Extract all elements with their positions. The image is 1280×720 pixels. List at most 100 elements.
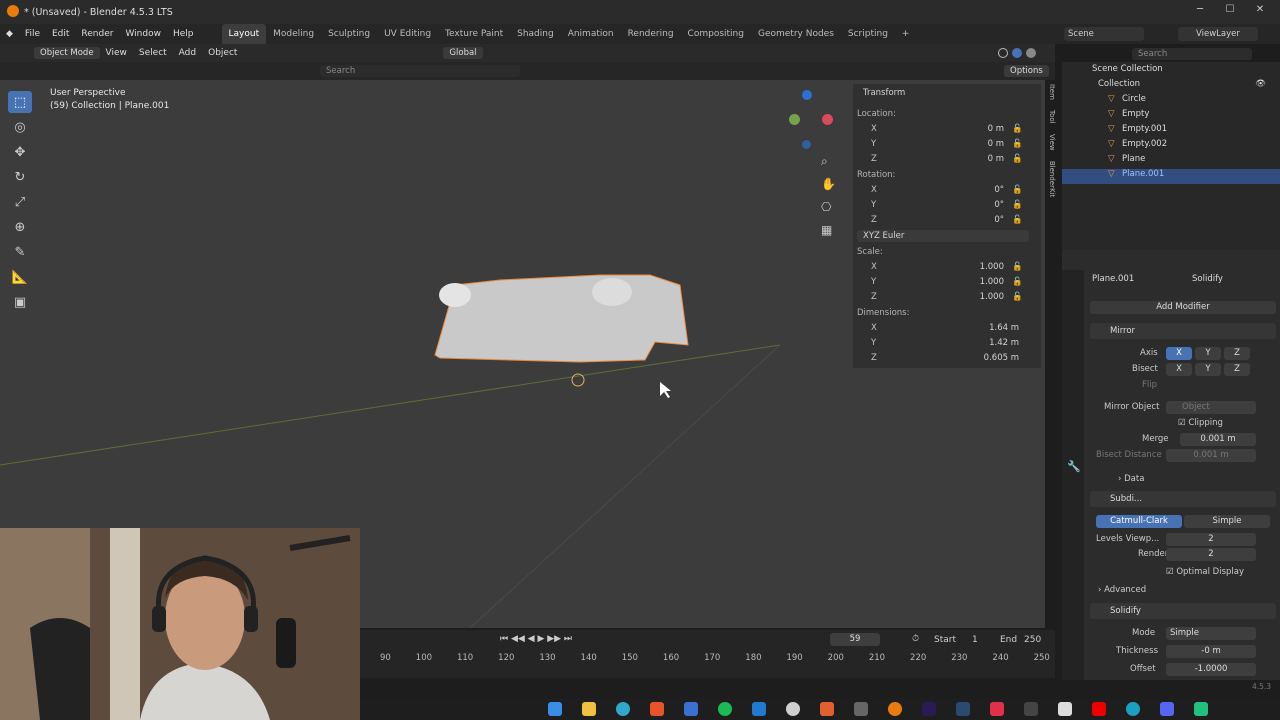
blender-menu-icon[interactable]: ◆: [0, 24, 19, 44]
youtube-icon[interactable]: [1092, 702, 1106, 716]
outliner-item-plane[interactable]: ▽ Plane: [1062, 154, 1280, 169]
transform-tool-icon[interactable]: ⊕: [8, 216, 32, 238]
edge-icon[interactable]: [616, 702, 630, 716]
mirror-object-field[interactable]: Object: [1166, 401, 1256, 414]
transform-header[interactable]: Transform: [863, 88, 905, 98]
mode-dropdown[interactable]: Object Mode: [34, 47, 100, 59]
rotation-mode-dropdown[interactable]: XYZ Euler: [857, 230, 1029, 242]
tab-compositing[interactable]: Compositing: [681, 24, 751, 44]
start-field[interactable]: 1: [972, 635, 978, 645]
menu-add[interactable]: Add: [173, 43, 202, 63]
discord-icon[interactable]: [1160, 702, 1174, 716]
data-subpanel[interactable]: › Data: [1118, 474, 1144, 484]
menu-window[interactable]: Window: [119, 24, 167, 44]
subdiv-modifier-header[interactable]: Subdi...: [1090, 491, 1276, 507]
tab-rendering[interactable]: Rendering: [621, 24, 681, 44]
outliner-item-empty[interactable]: ▽ Empty: [1062, 109, 1280, 124]
outliner-item-circle[interactable]: ▽ Circle: [1062, 94, 1280, 109]
optimal-display-checkbox[interactable]: ☑ Optimal Display: [1166, 567, 1244, 577]
camera-icon[interactable]: ⎔: [821, 200, 831, 214]
tab-geometry-nodes[interactable]: Geometry Nodes: [751, 24, 841, 44]
dimensions-y[interactable]: Y 1.42 m: [853, 338, 1041, 352]
game-icon[interactable]: [854, 702, 868, 716]
end-field[interactable]: 250: [1024, 635, 1041, 645]
tab-scripting[interactable]: Scripting: [841, 24, 895, 44]
add-workspace-icon[interactable]: +: [895, 24, 917, 44]
blender-taskbar-icon[interactable]: [888, 702, 902, 716]
tab-shading[interactable]: Shading: [510, 24, 561, 44]
collection-row[interactable]: Collection 👁: [1062, 79, 1280, 94]
shading-wire-icon[interactable]: [998, 48, 1008, 58]
zoom-icon[interactable]: ⌕: [821, 154, 828, 169]
outliner-search[interactable]: Search: [1132, 48, 1252, 60]
axis-x-toggle[interactable]: X: [1166, 347, 1192, 360]
rotation-x[interactable]: X 0° 🔓: [853, 185, 1041, 199]
tab-tool[interactable]: Tool: [1048, 110, 1056, 124]
select-tool-icon[interactable]: ⬚: [8, 91, 32, 113]
menu-select[interactable]: Select: [133, 43, 173, 63]
app5-icon[interactable]: [1194, 702, 1208, 716]
dimensions-x[interactable]: X 1.64 m: [853, 323, 1041, 337]
scene-collection-row[interactable]: Scene Collection: [1062, 64, 1280, 79]
scale-tool-icon[interactable]: ⤢: [8, 191, 32, 213]
tab-texture-paint[interactable]: Texture Paint: [438, 24, 510, 44]
scale-x[interactable]: X 1.000 🔓: [853, 262, 1041, 276]
outliner-item-empty-002[interactable]: ▽ Empty.002: [1062, 139, 1280, 154]
scene-selector[interactable]: Scene: [1064, 27, 1144, 41]
maximize-icon[interactable]: ☐: [1222, 4, 1238, 18]
axis-y-toggle[interactable]: Y: [1195, 347, 1221, 360]
orientation-dropdown[interactable]: Global: [443, 47, 483, 59]
tab-layout[interactable]: Layout: [221, 24, 267, 44]
rotation-y[interactable]: Y 0° 🔓: [853, 200, 1041, 214]
gizmo-y-icon[interactable]: [789, 114, 800, 125]
bisect-y-toggle[interactable]: Y: [1195, 363, 1221, 376]
catmull-clark-toggle[interactable]: Catmull-Clark: [1096, 515, 1182, 528]
steam-icon[interactable]: [956, 702, 970, 716]
tab-uv-editing[interactable]: UV Editing: [377, 24, 438, 44]
gizmo-z-icon[interactable]: [802, 90, 812, 100]
add-cube-tool-icon[interactable]: ▣: [8, 291, 32, 313]
minimize-icon[interactable]: ─: [1192, 4, 1208, 18]
gizmo-neg-z-icon[interactable]: [802, 140, 811, 149]
app4-icon[interactable]: [1126, 702, 1140, 716]
advanced-subpanel[interactable]: › Advanced: [1098, 585, 1146, 595]
app3-icon[interactable]: [1058, 702, 1072, 716]
axis-z-toggle[interactable]: Z: [1224, 347, 1250, 360]
viewlayer-selector[interactable]: ViewLayer: [1178, 27, 1258, 41]
properties-tabs[interactable]: 🔧: [1062, 270, 1084, 680]
tab-modeling[interactable]: Modeling: [266, 24, 321, 44]
location-x[interactable]: X0 m 🔓: [853, 124, 1041, 138]
measure-tool-icon[interactable]: 📐: [8, 266, 32, 288]
search-field[interactable]: Search: [320, 65, 520, 77]
store-icon[interactable]: [684, 702, 698, 716]
pan-hand-icon[interactable]: ✋: [821, 177, 836, 191]
scale-z[interactable]: Z 1.000 🔓: [853, 292, 1041, 306]
clipping-checkbox[interactable]: ☑ Clipping: [1178, 418, 1223, 428]
vscode-icon[interactable]: [752, 702, 766, 716]
outliner-item-empty-001[interactable]: ▽ Empty.001: [1062, 124, 1280, 139]
chatgpt-icon[interactable]: [786, 702, 800, 716]
grid-view-icon[interactable]: ▦: [821, 223, 832, 237]
simple-toggle[interactable]: Simple: [1184, 515, 1270, 528]
timeline[interactable]: ⏮ ◀◀ ◀ ▶ ▶▶ ⏭ 59 ⏱ Start 1 End 250 90 100…: [360, 630, 1055, 678]
add-modifier-button[interactable]: Add Modifier: [1090, 301, 1276, 314]
playback-controls[interactable]: ⏮ ◀◀ ◀ ▶ ▶▶ ⏭: [500, 634, 572, 644]
offset-field[interactable]: -1.0000: [1166, 663, 1256, 676]
menu-file[interactable]: File: [19, 24, 46, 44]
windows-start-icon[interactable]: [548, 702, 562, 716]
mirror-modifier-header[interactable]: Mirror: [1090, 323, 1276, 339]
menu-edit[interactable]: Edit: [46, 24, 75, 44]
shading-solid-icon[interactable]: [1012, 48, 1022, 58]
menu-render[interactable]: Render: [75, 24, 119, 44]
current-frame-field[interactable]: 59: [830, 633, 880, 646]
annotate-tool-icon[interactable]: ✎: [8, 241, 32, 263]
outliner-item-plane-001[interactable]: ▽ Plane.001: [1062, 169, 1280, 184]
levels-field[interactable]: 2: [1166, 533, 1256, 546]
rotate-tool-icon[interactable]: ↻: [8, 166, 32, 188]
tab-animation[interactable]: Animation: [561, 24, 621, 44]
tab-sculpting[interactable]: Sculpting: [321, 24, 377, 44]
location-y[interactable]: Y0 m 🔓: [853, 139, 1041, 153]
file-explorer-icon[interactable]: [582, 702, 596, 716]
bisect-z-toggle[interactable]: Z: [1224, 363, 1250, 376]
tab-blenderkit[interactable]: BlenderKit: [1048, 161, 1056, 197]
